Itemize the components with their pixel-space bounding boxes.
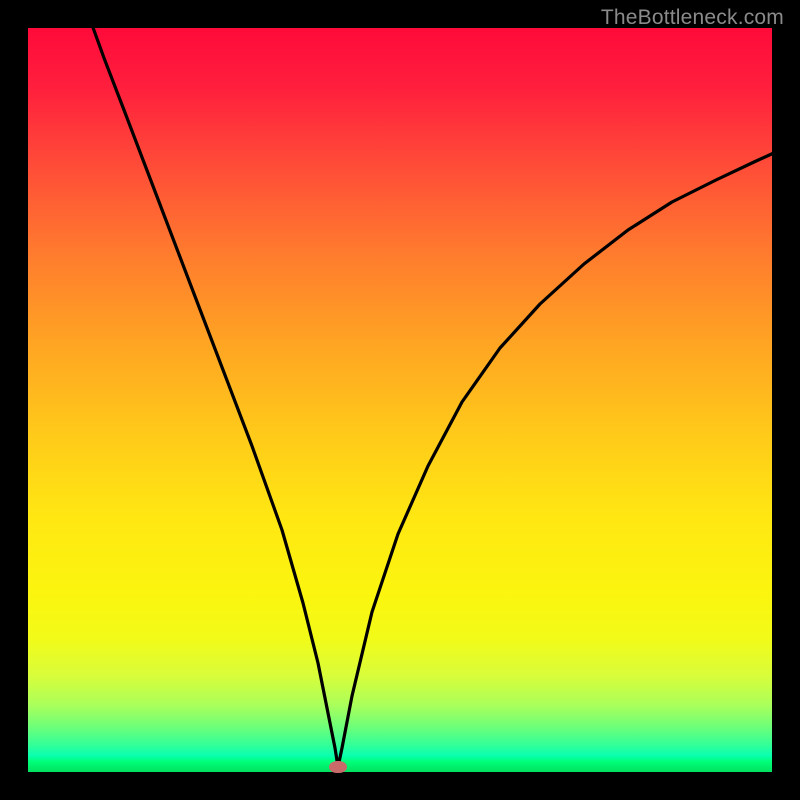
bottleneck-curve xyxy=(91,28,772,767)
minimum-marker xyxy=(329,761,347,773)
watermark-text: TheBottleneck.com xyxy=(601,6,784,30)
curve-svg xyxy=(28,28,772,772)
plot-area xyxy=(28,28,772,772)
chart-frame: TheBottleneck.com xyxy=(0,0,800,800)
